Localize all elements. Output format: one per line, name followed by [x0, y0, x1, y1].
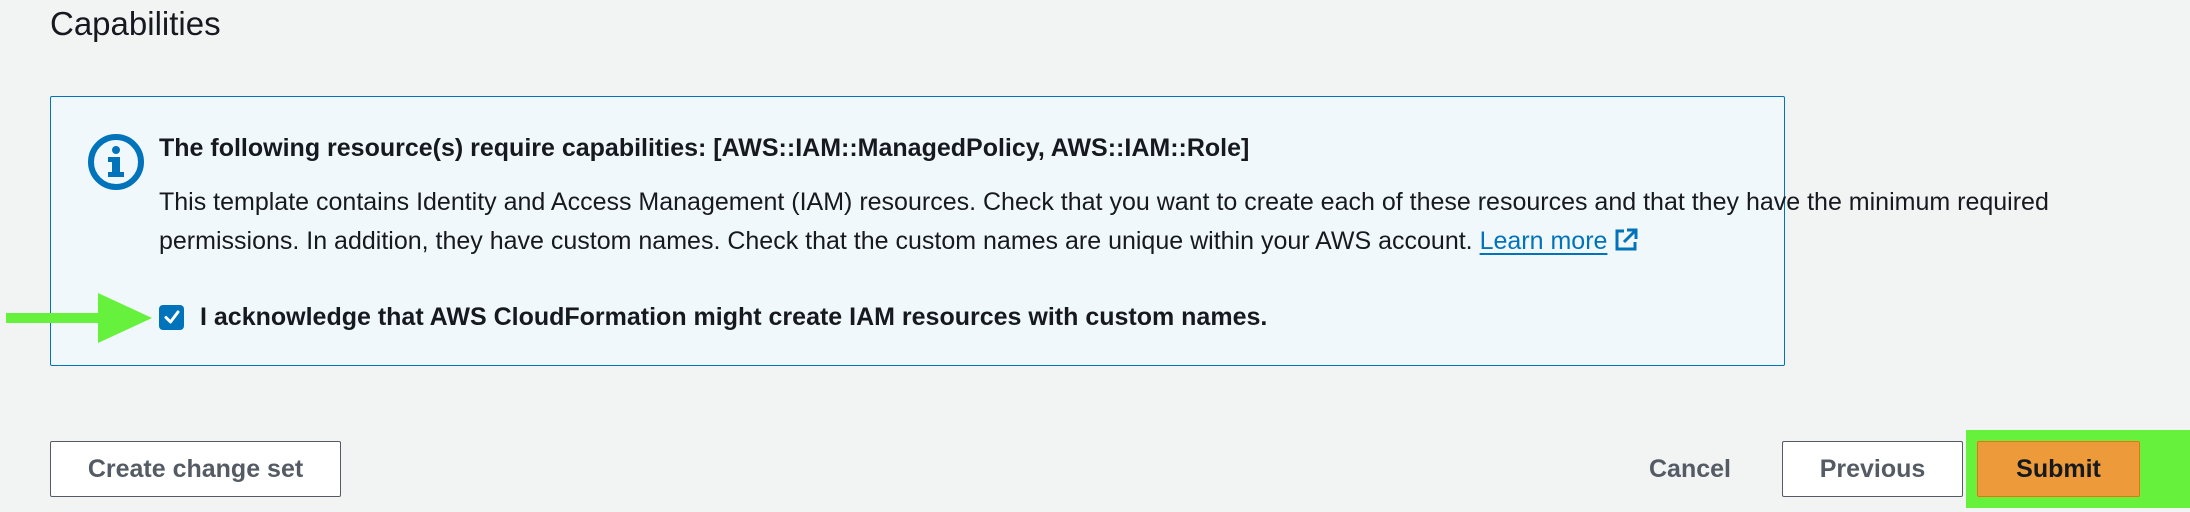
section-title: Capabilities [50, 5, 221, 42]
info-icon [88, 134, 144, 190]
acknowledge-label[interactable]: I acknowledge that AWS CloudFormation mi… [200, 303, 1267, 332]
capabilities-page: Capabilities The following resource(s) r… [0, 0, 2190, 512]
alert-heading: The following resource(s) require capabi… [159, 134, 1250, 162]
learn-more-label: Learn more [1479, 227, 1608, 255]
external-link-icon [1615, 228, 1638, 251]
learn-more-link[interactable]: Learn more [1480, 227, 1640, 255]
acknowledge-row: I acknowledge that AWS CloudFormation mi… [159, 300, 1267, 334]
annotation-arrow-icon [6, 293, 152, 343]
checkmark-icon [164, 310, 179, 324]
previous-button[interactable]: Previous [1782, 441, 1963, 497]
create-change-set-button[interactable]: Create change set [50, 441, 341, 497]
alert-body: This template contains Identity and Acce… [159, 183, 2099, 261]
acknowledge-checkbox[interactable] [159, 304, 184, 330]
submit-button[interactable]: Submit [1977, 441, 2140, 497]
cancel-button[interactable]: Cancel [1620, 441, 1760, 497]
alert-body-text: This template contains Identity and Acce… [159, 188, 2049, 255]
